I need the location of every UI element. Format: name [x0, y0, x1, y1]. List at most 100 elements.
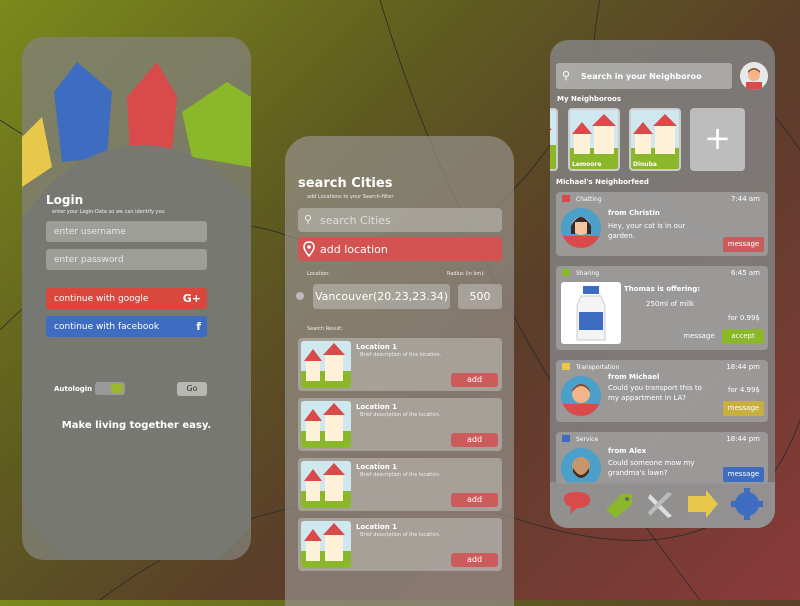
- post-category: Sharing: [576, 270, 600, 277]
- message-button[interactable]: message: [723, 467, 764, 482]
- location-radio[interactable]: [296, 292, 304, 300]
- google-login-button[interactable]: continue with google G+: [46, 288, 207, 309]
- post-message: 250ml of milk: [646, 300, 695, 308]
- post-time: 18:44 pm: [726, 435, 760, 443]
- add-location-result-button[interactable]: add: [451, 553, 498, 567]
- post-message: Could someone mow my grandma's lawn?: [608, 459, 695, 477]
- tagline: Make living together easy.: [61, 420, 212, 431]
- neighboroo-search-input[interactable]: ⚲ Search in your Neighboroo: [556, 63, 732, 89]
- location-thumbnail: [301, 401, 351, 448]
- post-author: from Alex: [608, 447, 647, 455]
- location-name: Location 1: [356, 403, 397, 411]
- post-message: Could you transport this to my appartmen…: [608, 384, 702, 402]
- post-author: from Christin: [608, 209, 660, 217]
- message-button[interactable]: message: [678, 329, 720, 344]
- post-time: 18:44 pm: [726, 363, 760, 371]
- avatar: [561, 448, 601, 484]
- autologin-label: Autologin: [54, 385, 93, 393]
- location-thumbnail: [301, 521, 351, 568]
- post-price: for 4.99$: [728, 386, 760, 394]
- search-cities-panel: search Cities add Locations to your Sear…: [285, 136, 514, 606]
- avatar: [561, 376, 601, 416]
- facebook-login-button[interactable]: continue with facebook f: [46, 316, 207, 337]
- search-result-card[interactable]: Location 1 Brief description of this loca…: [298, 338, 502, 391]
- autologin-toggle[interactable]: [95, 382, 125, 395]
- feed-post-chatting[interactable]: Chatting 7:44 am from Christin Hey, your…: [556, 192, 768, 256]
- search-cities-placeholder: search Cities: [320, 213, 391, 227]
- arrow-right-icon[interactable]: [686, 488, 720, 520]
- post-message: Hey, your cat is in our garden.: [608, 222, 686, 240]
- feed-post-sharing[interactable]: Sharing 6:45 am Thomas is offering: 250m…: [556, 266, 768, 350]
- location-description: Brief description of the location.: [360, 532, 441, 538]
- add-location-result-button[interactable]: add: [451, 433, 498, 447]
- feed-post-transportation[interactable]: Transportation 18:44 pm from Michael Cou…: [556, 360, 768, 422]
- search-result-card[interactable]: Location 1 Brief description of the locat…: [298, 458, 502, 511]
- add-location-label: add location: [320, 242, 388, 256]
- tag-icon: [562, 269, 570, 276]
- facebook-icon: f: [196, 320, 201, 333]
- search-icon: ⚲: [562, 69, 571, 82]
- post-category: Transportation: [576, 364, 620, 371]
- user-avatar[interactable]: [740, 62, 768, 90]
- location-thumbnail: [301, 461, 351, 508]
- neighboroo-card[interactable]: [550, 108, 558, 171]
- neighboroo-name: Dinuba: [633, 161, 657, 168]
- my-neighboroos-heading: My Neighboroos: [557, 95, 622, 103]
- chat-icon: [562, 195, 570, 202]
- neighborfeed-heading: Michael's Neighborfeed: [556, 178, 649, 186]
- location-description: Brief description of the location.: [360, 412, 441, 418]
- add-neighboroo-button[interactable]: +: [690, 108, 745, 171]
- tools-icon[interactable]: [644, 488, 678, 520]
- feed-post-service[interactable]: Service 18:44 pm from Alex Could someone…: [556, 432, 768, 484]
- password-field[interactable]: enter password: [46, 249, 207, 270]
- gear-icon: [562, 435, 570, 442]
- post-category: Chatting: [576, 196, 602, 203]
- avatar: [561, 208, 601, 248]
- message-button[interactable]: message: [723, 401, 764, 416]
- location-label: Location:: [307, 271, 330, 277]
- location-description: Brief description of the location.: [360, 472, 441, 478]
- login-title: Login: [46, 193, 84, 207]
- search-subtitle: add Locations to your Search-filter: [307, 194, 394, 200]
- neighboroo-card-lemoore[interactable]: Lemoore: [568, 108, 620, 171]
- location-thumbnail: [301, 341, 351, 388]
- accept-button[interactable]: accept: [722, 329, 764, 344]
- neighborfeed-panel: ⚲ Search in your Neighboroo My Neighboro…: [550, 40, 775, 528]
- post-category: Service: [576, 436, 599, 443]
- milk-bottle-image: [561, 282, 621, 344]
- message-button[interactable]: message: [723, 237, 764, 252]
- bottom-tab-bar: [550, 482, 775, 528]
- tag-icon[interactable]: [602, 488, 636, 520]
- location-name: Location 1: [356, 463, 397, 471]
- login-subtitle: enter your Login-Data so we can identify…: [52, 209, 165, 215]
- location-name: Location 1: [356, 523, 397, 531]
- login-panel: Login enter your Login-Data so we can id…: [22, 37, 251, 560]
- search-title: search Cities: [298, 176, 393, 191]
- post-time: 7:44 am: [730, 195, 760, 203]
- add-location-result-button[interactable]: add: [451, 373, 498, 387]
- toggle-knob: [111, 384, 123, 393]
- username-field[interactable]: enter username: [46, 221, 207, 242]
- post-author: from Michael: [608, 373, 660, 381]
- search-cities-input[interactable]: ⚲ search Cities: [298, 208, 502, 232]
- google-plus-icon: G+: [182, 292, 201, 305]
- radius-value-field[interactable]: 500: [458, 284, 502, 309]
- post-time: 6:45 am: [730, 269, 760, 277]
- chat-bubble-icon[interactable]: [560, 488, 594, 520]
- neighboroo-card-dinuba[interactable]: Dinuba: [629, 108, 681, 171]
- add-location-button[interactable]: add location: [298, 237, 502, 261]
- results-label: Search Result:: [307, 326, 343, 332]
- login-card-background: [22, 145, 251, 560]
- go-button[interactable]: Go: [177, 382, 207, 396]
- add-location-result-button[interactable]: add: [451, 493, 498, 507]
- neighboroo-name: Lemoore: [572, 161, 602, 168]
- search-result-card[interactable]: Location 1 Brief description of the locat…: [298, 518, 502, 571]
- location-name: Location 1: [356, 343, 397, 351]
- location-description: Brief description of this location.: [360, 352, 442, 358]
- search-result-card[interactable]: Location 1 Brief description of the locat…: [298, 398, 502, 451]
- radius-label: Radius (in km):: [447, 271, 485, 277]
- search-icon: ⚲: [304, 213, 313, 226]
- location-value-field[interactable]: Vancouver(20.23,23.34): [313, 284, 450, 309]
- arrow-icon: [562, 363, 570, 370]
- gear-icon[interactable]: [730, 488, 764, 520]
